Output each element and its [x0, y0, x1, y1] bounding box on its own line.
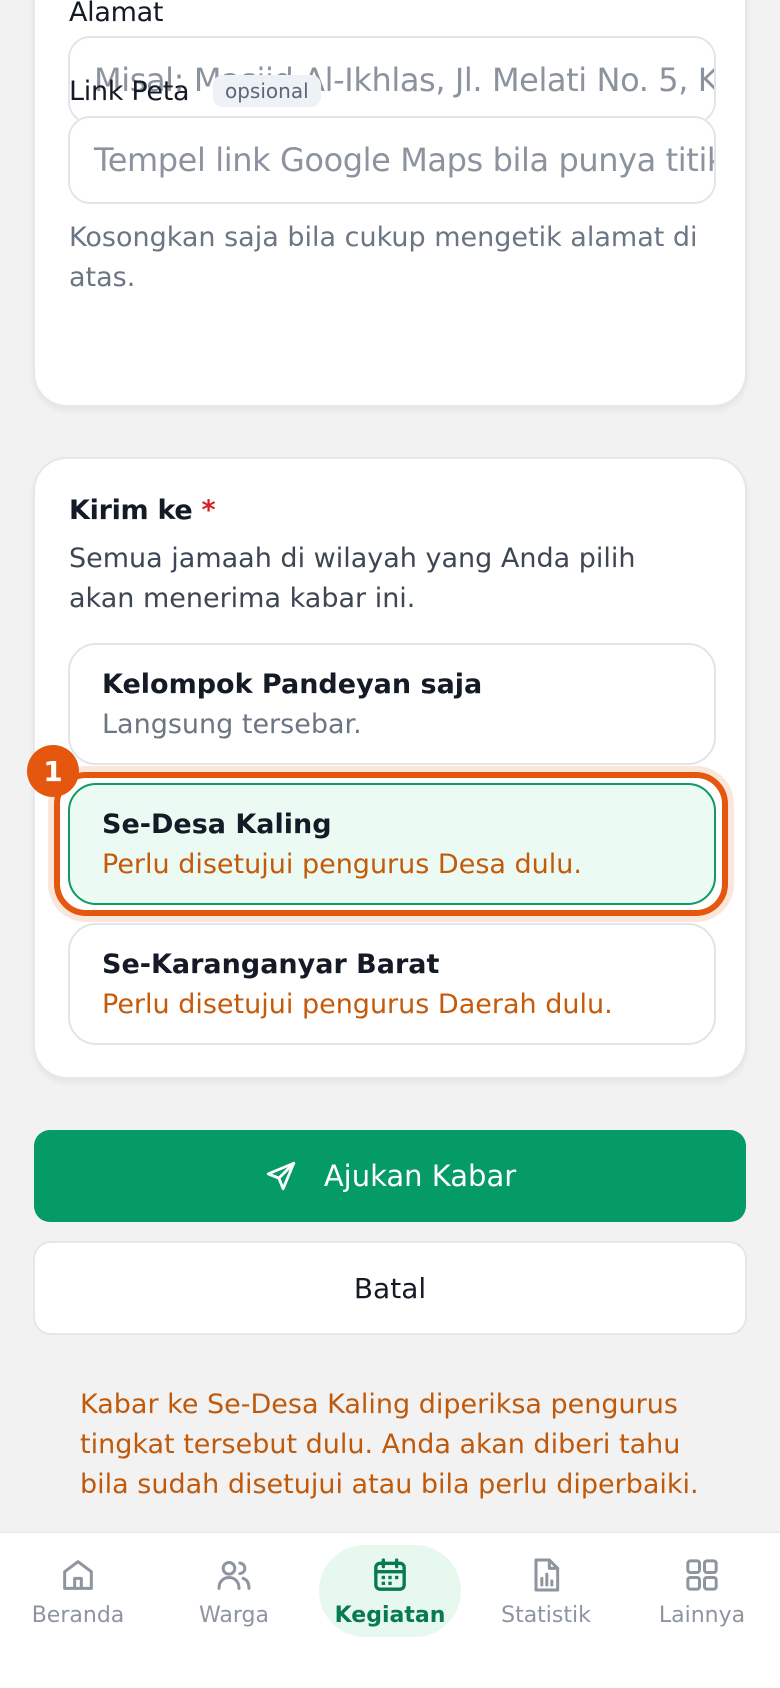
calendar-icon [374, 1558, 406, 1591]
map-link-hint: Kosongkan saja bila cukup mengetik alama… [69, 222, 698, 293]
option-subtitle: Perlu disetujui pengurus Daerah dulu. [102, 989, 613, 1020]
send-to-label-text: Kirim ke [69, 495, 193, 526]
form-page: Alamat Misal: Masjid Al-Ikhlas, Jl. Mela… [0, 0, 780, 1688]
submit-button[interactable]: Ajukan Kabar [34, 1130, 746, 1222]
address-label: Alamat [69, 0, 164, 28]
send-to-card: Kirim ke * Semua jamaah di wilayah yang … [33, 457, 747, 1079]
nav-label: Lainnya [658, 1603, 746, 1628]
nav-item-kegiatan[interactable]: Kegiatan [312, 1555, 468, 1649]
nav-label: Kegiatan [334, 1603, 446, 1628]
grid-icon [686, 1559, 718, 1591]
option-title: Se-Karanganyar Barat [102, 949, 440, 980]
nav-label: Statistik [501, 1603, 591, 1628]
map-link-placeholder: Tempel link Google Maps bila punya titik [94, 141, 716, 179]
nav-item-statistik[interactable]: Statistik [468, 1555, 624, 1649]
option-daerah[interactable]: Se-Karanganyar Barat Perlu disetujui pen… [68, 923, 716, 1045]
submit-label: Ajukan Kabar [323, 1159, 517, 1193]
optional-badge: opsional [213, 75, 321, 107]
nav-item-warga[interactable]: Warga [156, 1555, 312, 1649]
send-icon [266, 1161, 296, 1191]
option-title: Se-Desa Kaling [102, 809, 332, 840]
required-mark: * [201, 495, 216, 526]
approval-notice: Kabar ke Se-Desa Kaling diperiksa pengur… [80, 1389, 699, 1500]
users-icon [217, 1561, 251, 1590]
option-desa[interactable]: Se-Desa Kaling Perlu disetujui pengurus … [68, 783, 716, 905]
bottom-nav: Beranda Warga Kegiatan Statistik Lainnya [0, 1532, 780, 1688]
option-title: Kelompok Pandeyan saja [102, 669, 483, 700]
nav-item-lainnya[interactable]: Lainnya [624, 1555, 780, 1649]
nav-item-beranda[interactable]: Beranda [0, 1555, 156, 1649]
location-card: Alamat Misal: Masjid Al-Ikhlas, Jl. Mela… [33, 0, 747, 407]
chart-icon [534, 1558, 560, 1592]
option-subtitle: Langsung tersebar. [102, 709, 362, 740]
map-link-input[interactable]: Tempel link Google Maps bila punya titik [68, 116, 716, 204]
home-icon [63, 1560, 93, 1590]
cancel-button[interactable]: Batal [33, 1241, 747, 1335]
cancel-label: Batal [353, 1271, 427, 1305]
nav-label: Warga [199, 1603, 269, 1628]
send-to-description: Semua jamaah di wilayah yang Anda pilih … [69, 543, 636, 614]
map-link-label: Link Peta [69, 76, 190, 107]
option-kelompok[interactable]: Kelompok Pandeyan saja Langsung tersebar… [68, 643, 716, 765]
step-marker: 1 [27, 745, 79, 797]
send-to-label: Kirim ke * [69, 495, 216, 526]
option-subtitle: Perlu disetujui pengurus Desa dulu. [102, 849, 582, 880]
nav-label: Beranda [31, 1603, 125, 1628]
